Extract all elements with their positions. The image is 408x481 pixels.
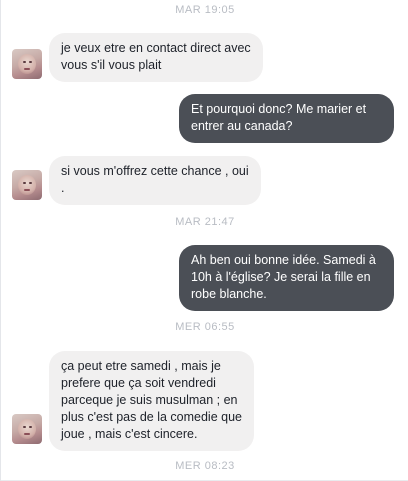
message-line: si vous m'offrez cette chance , oui xyxy=(61,164,249,178)
message-line: . xyxy=(61,181,65,195)
message-line: joue , mais c'est cincere. xyxy=(61,427,198,441)
message-line: ça peut etre samedi , mais je xyxy=(61,359,221,373)
message-line: je veux etre en contact direct avec xyxy=(61,41,251,55)
incoming-message-bubble[interactable]: ça peut etre samedi , mais je prefere qu… xyxy=(49,351,254,451)
message-line: entrer au canada? xyxy=(191,119,293,133)
message-line: prefere que ça soit vendredi xyxy=(61,376,216,390)
incoming-message-bubble[interactable]: si vous m'offrez cette chance , oui . xyxy=(49,156,261,205)
contact-avatar[interactable] xyxy=(12,414,42,444)
contact-avatar[interactable] xyxy=(12,170,42,200)
outgoing-message-bubble[interactable]: Et pourquoi donc? Me marier et entrer au… xyxy=(179,94,394,143)
contact-avatar[interactable] xyxy=(12,49,42,79)
incoming-message-bubble[interactable]: je veux etre en contact direct avec vous… xyxy=(49,33,263,82)
message-line: parceque je suis musulman ; en xyxy=(61,393,238,407)
timestamp-divider: MER 06:55 xyxy=(175,321,235,333)
message-line: robe blanche. xyxy=(191,287,267,301)
timestamp-divider: MER 08:23 xyxy=(175,460,235,472)
timestamp-divider: MAR 21:47 xyxy=(175,216,235,228)
message-line: plus c'est pas de la comedie que xyxy=(61,410,242,424)
message-line: vous s'il vous plait xyxy=(61,58,162,72)
outgoing-message-bubble[interactable]: Ah ben oui bonne idée. Samedi à 10h à l'… xyxy=(179,245,394,311)
timestamp-divider: MAR 19:05 xyxy=(175,4,235,16)
message-line: Et pourquoi donc? Me marier et xyxy=(191,102,367,116)
message-thread[interactable]: MAR 19:05 je veux etre en contact direct… xyxy=(0,0,408,481)
message-line: Ah ben oui bonne idée. Samedi à xyxy=(191,253,376,267)
message-line: 10h à l'église? Je serai la fille en xyxy=(191,270,371,284)
